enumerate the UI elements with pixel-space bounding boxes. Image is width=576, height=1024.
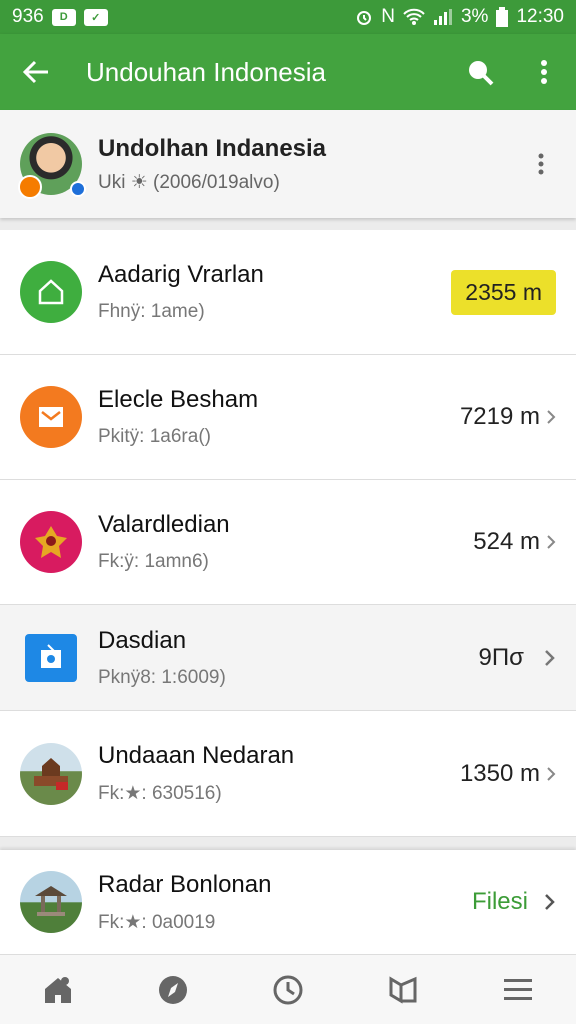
mail-icon — [20, 386, 82, 448]
item-subtitle: Fk:★: 0a0019 — [98, 911, 216, 933]
nfc-icon: N — [381, 6, 395, 27]
distance-value: 524 m — [473, 528, 540, 555]
list-item[interactable]: Undaaan Nedaran Fk:★: 630516) 1350 m — [0, 711, 576, 837]
compass-nav-icon[interactable] — [149, 966, 197, 1014]
profile-more-icon[interactable] — [526, 152, 556, 176]
distance-value: 7219 m — [459, 403, 540, 430]
verified-badge-icon — [70, 181, 86, 197]
distance-badge: 2355 m — [451, 269, 556, 315]
home-nav-icon[interactable] — [34, 966, 82, 1014]
list-item-card[interactable]: Radar Bonlonan Fk:★: 0a0019 Filesi — [0, 850, 576, 954]
notification-chip: D — [51, 8, 76, 26]
profile-header[interactable]: Undolhan Indanesia Uki ☀ (2006/019alvo) — [0, 110, 576, 218]
status-time: 12:30 — [516, 6, 564, 27]
item-subtitle: Fk:ÿ: 1amn6) — [98, 551, 209, 572]
list-item[interactable]: Elecle Besham Pkitÿ: 1a6ra() 7219 m — [0, 355, 576, 480]
signal-icon — [433, 8, 453, 26]
clock-nav-icon[interactable] — [264, 966, 312, 1014]
item-subtitle: Pkitÿ: 1a6ra() — [98, 426, 211, 447]
item-title: Dasdian — [98, 626, 187, 654]
back-arrow-icon[interactable] — [18, 54, 54, 90]
overflow-menu-icon[interactable] — [528, 56, 560, 88]
chevron-right-icon — [544, 649, 556, 667]
item-title: Valardledian — [98, 511, 230, 538]
garuda-emblem-icon — [20, 511, 82, 573]
distance-value: 1350 m — [459, 759, 540, 787]
status-bar: 936 D ✓ N 3% 12:30 — [0, 0, 576, 34]
list-item[interactable]: Valardledian Fk:ÿ: 1amn6) 524 m — [0, 480, 576, 605]
menu-nav-icon[interactable] — [494, 966, 542, 1014]
alarm-icon — [355, 8, 373, 26]
landmark-photo-icon — [20, 742, 82, 805]
list-item[interactable]: Dasdian Pknÿ8: 1:6009) 9Πσ — [0, 605, 576, 711]
app-bar: Undouhan Indonesia — [0, 34, 576, 110]
chevron-right-icon — [546, 534, 556, 550]
item-subtitle: Pknÿ8: 1:6009) — [98, 666, 226, 688]
distance-value: 9Πσ — [478, 643, 525, 671]
status-left-text: 936 — [12, 6, 44, 27]
search-icon[interactable] — [464, 56, 496, 88]
notification-chip-2: ✓ — [83, 8, 108, 26]
item-subtitle: Fk:★: 630516) — [98, 783, 222, 804]
item-title: Aadarig Vrarlan — [98, 261, 264, 288]
chevron-right-icon — [546, 409, 556, 425]
rank-badge-icon — [18, 175, 42, 199]
battery-icon — [496, 7, 509, 27]
wifi-icon — [403, 8, 425, 26]
list-item[interactable]: Aadarig Vrarlan Fhnÿ: 1ame) 2355 m — [0, 230, 576, 355]
status-value: Filesi — [471, 888, 528, 915]
avatar — [18, 133, 86, 199]
chevron-right-icon — [544, 893, 556, 911]
profile-name: Undolhan Indanesia — [98, 134, 327, 162]
app-square-icon — [20, 627, 82, 689]
page-title: Undouhan Indonesia — [86, 56, 326, 87]
battery-percent: 3% — [460, 6, 489, 27]
item-title: Radar Bonlonan — [98, 870, 272, 898]
item-title: Elecle Besham — [98, 386, 259, 413]
pavilion-photo-icon — [20, 871, 82, 933]
profile-subtitle: Uki ☀ (2006/019alvo) — [98, 171, 280, 193]
item-subtitle: Fhnÿ: 1ame) — [98, 301, 205, 322]
location-list: Aadarig Vrarlan Fhnÿ: 1ame) 2355 m Elecl… — [0, 230, 576, 837]
chevron-right-icon — [546, 766, 556, 782]
item-title: Undaaan Nedaran — [98, 742, 295, 769]
map-nav-icon[interactable] — [379, 966, 427, 1014]
bottom-nav — [0, 954, 576, 1024]
home-icon — [20, 261, 82, 323]
